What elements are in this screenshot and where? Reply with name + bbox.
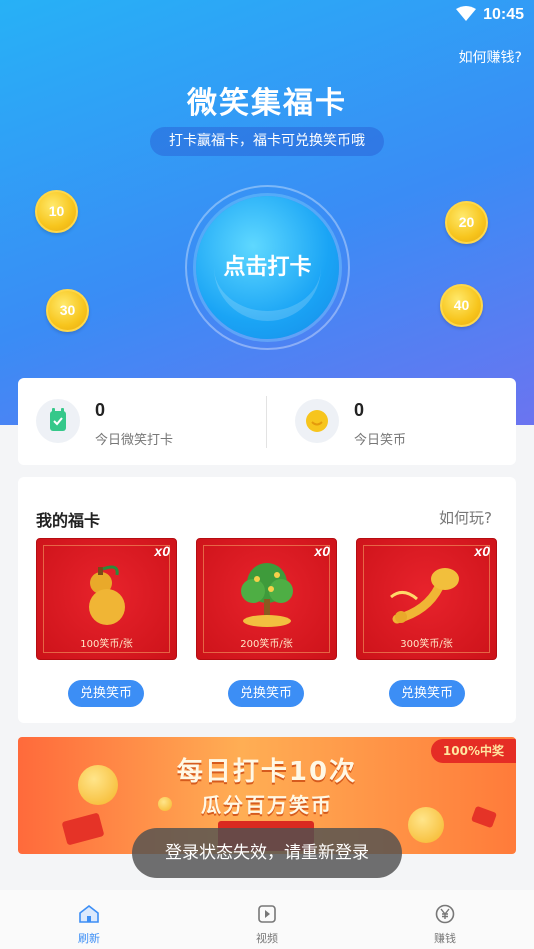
fu-card-gourd[interactable]: x0 100笑币/张: [36, 538, 177, 660]
button-arc-decoration: [214, 246, 321, 321]
my-fu-cards-section: 我的福卡 如何玩? x0 100笑币/张 x0 200笑币/张 x0 300笑币…: [18, 477, 516, 723]
subtitle-pill: 打卡赢福卡，福卡可兑换笑币哦: [150, 127, 384, 156]
money-tree-icon: [241, 563, 293, 627]
card-price: 200笑币/张: [240, 639, 293, 650]
how-to-earn-link[interactable]: 如何赚钱?: [459, 47, 522, 67]
checkins-value: 0: [95, 400, 106, 420]
card-price: 300笑币/张: [400, 639, 453, 650]
checkin-button[interactable]: 点击打卡: [196, 196, 339, 339]
stats-divider: [266, 396, 267, 448]
tab-video[interactable]: 视频: [227, 904, 307, 946]
clock: 10:45: [483, 6, 524, 23]
fu-card-money-tree[interactable]: x0 200笑币/张: [196, 538, 337, 660]
wifi-icon: [456, 6, 476, 26]
tab-label: 刷新: [78, 932, 100, 945]
status-bar: 10:45: [0, 0, 534, 30]
coin-30[interactable]: 30: [46, 289, 89, 332]
stat-checkins: 0 今日微笑打卡: [18, 378, 267, 465]
stat-coins: 0 今日笑币: [277, 378, 526, 465]
coin-40[interactable]: 40: [440, 284, 483, 327]
coin-20[interactable]: 20: [445, 201, 488, 244]
card-count: x0: [154, 543, 170, 559]
bottom-tab-bar: 刷新 视频 赚钱: [0, 890, 534, 949]
hero-banner: 10:45 如何赚钱? 微笑集福卡 打卡赢福卡，福卡可兑换笑币哦 点击打卡 10…: [0, 0, 534, 425]
card-count: x0: [474, 543, 490, 559]
banner-subtitle: 瓜分百万笑币: [201, 793, 333, 817]
win-badge: 100%中奖: [430, 739, 516, 763]
today-stats-card: 0 今日微笑打卡 0 今日笑币: [18, 378, 516, 465]
calendar-check-icon: [36, 399, 80, 443]
gourd-icon: [89, 565, 125, 625]
tab-refresh[interactable]: 刷新: [49, 904, 129, 946]
coin-10[interactable]: 10: [35, 190, 78, 233]
card-count: x0: [314, 543, 330, 559]
smile-coin-icon: [295, 399, 339, 443]
section-heading: 我的福卡: [36, 511, 101, 530]
fu-card-ruyi[interactable]: x0 300笑币/张: [356, 538, 497, 660]
tab-label: 赚钱: [434, 932, 456, 945]
video-icon: [227, 904, 307, 927]
card-price: 100笑币/张: [80, 639, 133, 650]
tab-label: 视频: [256, 932, 278, 945]
yen-icon: [405, 904, 485, 927]
tab-earn[interactable]: 赚钱: [405, 904, 485, 946]
checkins-label: 今日微笑打卡: [95, 433, 174, 448]
page-title: 微笑集福卡: [187, 86, 347, 121]
how-to-play-link[interactable]: 如何玩?: [439, 507, 492, 528]
ruyi-scepter-icon: [390, 568, 459, 624]
coins-label: 今日笑币: [354, 433, 407, 448]
exchange-button-1[interactable]: 兑换笑币: [68, 680, 144, 707]
coins-value: 0: [354, 400, 365, 420]
exchange-button-3[interactable]: 兑换笑币: [389, 680, 465, 707]
toast-message: 登录状态失效，请重新登录: [132, 828, 402, 878]
home-icon: [49, 904, 129, 927]
exchange-button-2[interactable]: 兑换笑币: [228, 680, 304, 707]
